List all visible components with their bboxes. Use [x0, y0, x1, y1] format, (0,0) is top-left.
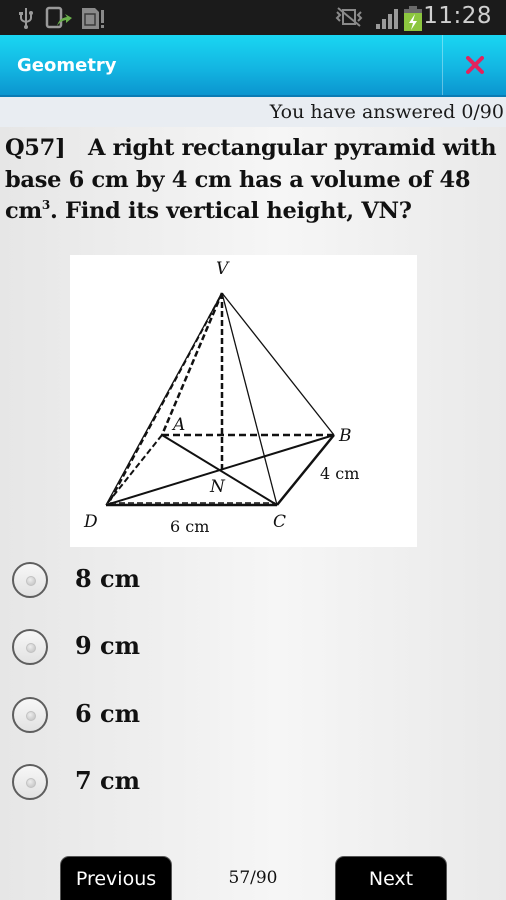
question-body-end: . Find its vertical height, VN?: [49, 198, 412, 224]
option-1[interactable]: 8 cm: [0, 550, 506, 610]
radio-button[interactable]: [12, 629, 48, 665]
radio-dot-icon: [26, 643, 36, 653]
radio-dot-icon: [26, 711, 36, 721]
sd-card-warning-icon: [80, 6, 106, 34]
question-number: Q57]: [5, 135, 66, 161]
edge-vb: [221, 292, 335, 436]
radio-dot-icon: [26, 576, 36, 586]
vibrate-mute-icon: [335, 6, 363, 32]
usb-icon: [18, 6, 34, 34]
vertex-label-v: V: [216, 259, 230, 279]
dimension-label-6cm: 6 cm: [170, 517, 209, 536]
option-label: 9 cm: [75, 631, 141, 660]
dimension-label-4cm: 4 cm: [320, 464, 359, 483]
page-indicator: 57/90: [228, 868, 278, 888]
question-text: Q57] A right rectangular pyramid with ba…: [5, 133, 501, 228]
vertex-label-n: N: [209, 477, 226, 497]
vertex-label-d: D: [83, 512, 98, 532]
vertex-label-c: C: [273, 512, 286, 532]
answered-progress-bar: You have answered 0/90: [0, 97, 506, 127]
previous-button[interactable]: Previous: [60, 856, 172, 900]
close-button[interactable]: [443, 35, 506, 95]
screen-share-icon: [45, 6, 73, 34]
option-label: 6 cm: [75, 699, 141, 728]
next-button[interactable]: Next: [335, 856, 447, 900]
action-bar: Geometry: [0, 35, 506, 97]
radio-button[interactable]: [12, 764, 48, 800]
option-3[interactable]: 6 cm: [0, 685, 506, 745]
radio-button[interactable]: [12, 562, 48, 598]
clock: 11:28: [423, 3, 492, 29]
vertex-label-b: B: [338, 426, 352, 446]
radio-button[interactable]: [12, 697, 48, 733]
option-label: 8 cm: [75, 564, 141, 593]
edge-vc: [221, 292, 278, 506]
pyramid-figure: V A B C D N 6 cm 4 cm: [70, 255, 417, 547]
question-superscript: 3: [41, 198, 50, 212]
vertex-label-a: A: [171, 415, 185, 435]
radio-dot-icon: [26, 778, 36, 788]
answered-count: You have answered 0/90: [269, 101, 504, 123]
status-bar: 11:28: [0, 0, 506, 35]
edge-va: [160, 292, 224, 436]
option-label: 7 cm: [75, 766, 141, 795]
option-2[interactable]: 9 cm: [0, 617, 506, 677]
edge-ad: [105, 434, 163, 506]
battery-charging-icon: [403, 6, 423, 36]
close-icon: [465, 56, 484, 74]
option-4[interactable]: 7 cm: [0, 752, 506, 812]
app-title: Geometry: [17, 55, 117, 76]
signal-icon: [375, 6, 399, 34]
